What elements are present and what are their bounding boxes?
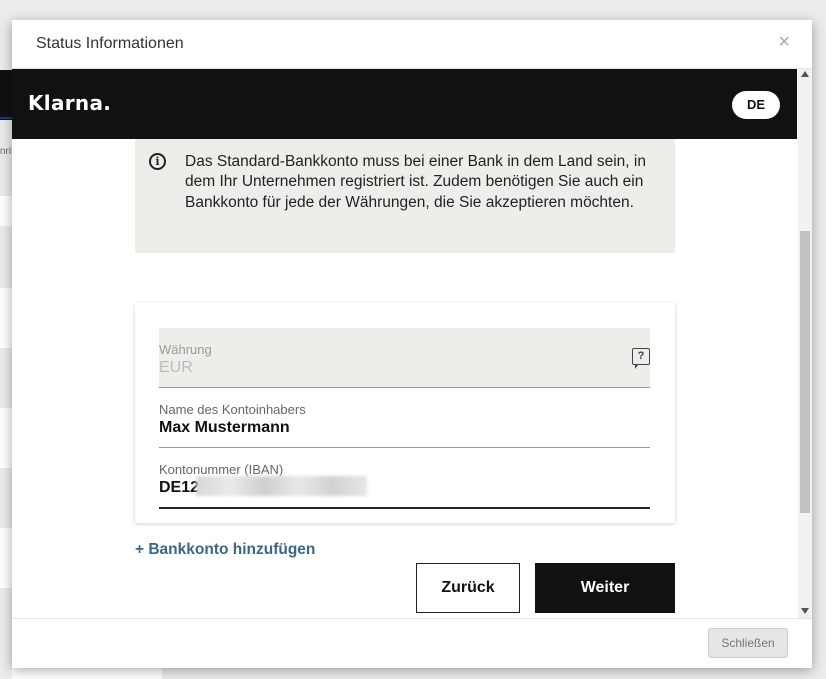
klarna-header-bar: Klarna. DE: [12, 69, 797, 139]
account-holder-field[interactable]: Name des Kontoinhabers Max Mustermann: [159, 388, 650, 448]
status-modal: Status Informationen × Klarna. DE i Das …: [12, 20, 812, 668]
background-text-fragment: nrif: [0, 146, 12, 157]
modal-title: Status Informationen: [36, 35, 184, 52]
close-button[interactable]: Schließen: [708, 628, 788, 658]
close-icon[interactable]: ×: [778, 32, 790, 52]
klarna-logo: Klarna.: [28, 91, 112, 115]
iban-value[interactable]: DE12: [159, 479, 199, 497]
bank-account-card: Währung EUR ? Name des Kontoinhabers Max…: [135, 303, 675, 523]
add-bank-account-link[interactable]: + Bankkonto hinzufügen: [135, 541, 315, 559]
account-holder-value[interactable]: Max Mustermann: [159, 419, 290, 437]
scroll-thumb[interactable]: [800, 231, 810, 513]
info-text: Das Standard-Bankkonto muss bei einer Ba…: [185, 153, 646, 211]
currency-label: Währung: [159, 342, 212, 357]
language-button[interactable]: DE: [732, 91, 780, 119]
iban-redacted-blur: [196, 476, 367, 496]
info-box: i Das Standard-Bankkonto muss bei einer …: [135, 139, 675, 253]
account-holder-label: Name des Kontoinhabers: [159, 402, 306, 417]
currency-field: Währung EUR ?: [159, 328, 650, 388]
currency-value: EUR: [159, 359, 193, 376]
iban-field[interactable]: Kontonummer (IBAN) DE12: [159, 448, 650, 509]
info-icon: i: [149, 153, 166, 170]
vertical-scrollbar[interactable]: [798, 69, 812, 618]
modal-body: Klarna. DE i Das Standard-Bankkonto muss…: [12, 69, 812, 618]
next-button[interactable]: Weiter: [535, 563, 675, 613]
scroll-down-arrow-icon[interactable]: [801, 608, 809, 614]
back-button[interactable]: Zurück: [416, 563, 520, 613]
iban-label: Kontonummer (IBAN): [159, 462, 284, 477]
background-logo-fragment: [0, 70, 12, 120]
scroll-up-arrow-icon[interactable]: [801, 71, 809, 77]
help-question-icon[interactable]: ?: [632, 348, 650, 369]
background-underline: [0, 117, 12, 119]
modal-footer: Schließen: [12, 618, 812, 668]
background-bottom-area: [12, 668, 162, 679]
modal-header: Status Informationen ×: [12, 20, 812, 69]
